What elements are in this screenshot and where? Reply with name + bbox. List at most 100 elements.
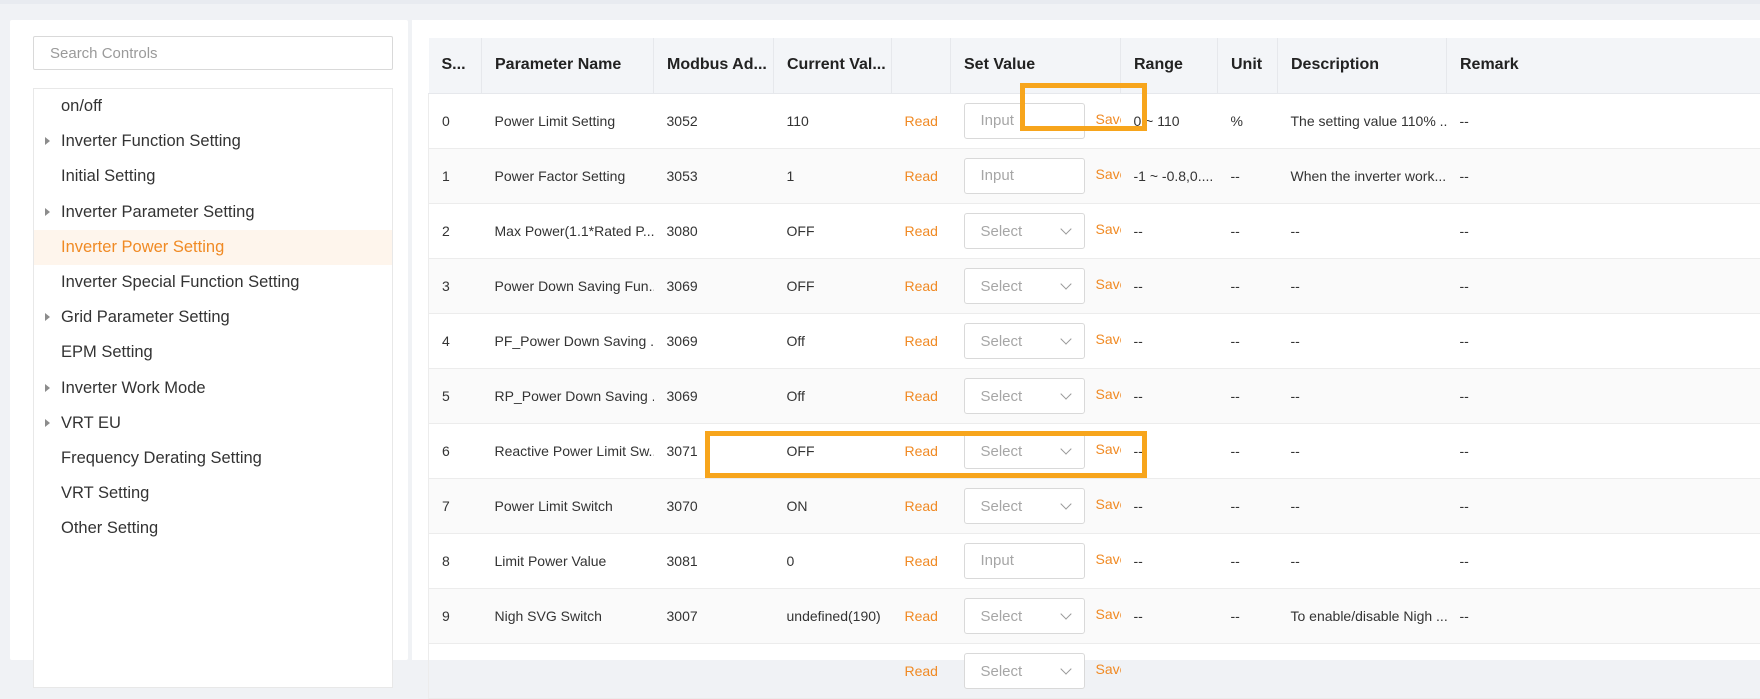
col-header-range[interactable]: Range [1121,38,1218,93]
tree-item[interactable]: VRT Setting [34,476,392,511]
tree-item[interactable]: Other Setting [34,511,392,546]
cell-read: Read [892,478,951,533]
cell-set-value: Select Save [951,368,1121,423]
expand-arrow-icon[interactable] [45,208,50,216]
read-button[interactable]: Read [905,168,938,184]
read-button[interactable]: Read [905,498,938,514]
cell-set-value: Save [951,93,1121,148]
set-value-input[interactable] [964,103,1085,139]
cell-set-value: Select Save [951,258,1121,313]
read-button[interactable]: Read [905,553,938,569]
cell-read: Read [892,93,951,148]
tree-item[interactable]: Frequency Derating Setting [34,441,392,476]
cell-unit: -- [1218,588,1278,643]
cell-range [1121,643,1218,698]
expand-arrow-icon[interactable] [45,137,50,145]
cell-parameter-name: Power Limit Setting [482,93,654,148]
set-value-select[interactable]: Select [964,433,1085,469]
tree-item[interactable]: Inverter Special Function Setting [34,265,392,300]
table-row: 2Max Power(1.1*Rated P...3080OFFReadSele… [429,203,1760,258]
cell-modbus-address: 3007 [654,588,774,643]
cell-description: -- [1278,368,1447,423]
save-button[interactable]: Save [1096,551,1121,567]
save-button[interactable]: Save [1096,496,1121,512]
cell-unit: -- [1218,423,1278,478]
cell-range: -- [1121,478,1218,533]
read-button[interactable]: Read [905,608,938,624]
col-header-current-value[interactable]: Current Val... [774,38,892,93]
read-button[interactable]: Read [905,388,938,404]
set-value-select[interactable]: Select [964,323,1085,359]
cell-description: -- [1278,313,1447,368]
expand-arrow-icon[interactable] [45,313,50,321]
cell-set-value: Select Save [951,423,1121,478]
tree-item[interactable]: on/off [34,89,392,124]
tree-item[interactable]: Grid Parameter Setting [34,300,392,335]
cell-sn: 5 [429,368,482,423]
set-value-select[interactable]: Select [964,268,1085,304]
col-header-parameter-name[interactable]: Parameter Name [482,38,654,93]
save-button[interactable]: Save [1096,221,1121,237]
table-row: 5RP_Power Down Saving ...3069OffReadSele… [429,368,1760,423]
save-button[interactable]: Save [1096,661,1121,677]
tree-item[interactable]: VRT EU [34,406,392,441]
set-value-input[interactable] [964,543,1085,579]
cell-remark [1447,643,1760,698]
cell-unit: -- [1218,258,1278,313]
cell-sn: 4 [429,313,482,368]
cell-range: -- [1121,423,1218,478]
table-header-row: S... Parameter Name Modbus Ad... Current… [429,38,1760,93]
tree-item[interactable]: Inverter Function Setting [34,124,392,159]
read-button[interactable]: Read [905,113,938,129]
cell-sn: 2 [429,203,482,258]
tree-item[interactable]: Initial Setting [34,159,392,194]
col-header-read [892,38,951,93]
save-button[interactable]: Save [1096,166,1121,182]
tree-item[interactable]: Inverter Work Mode [34,371,392,406]
save-button[interactable]: Save [1096,331,1121,347]
set-value-select[interactable]: Select [964,598,1085,634]
chevron-down-icon [1060,333,1071,344]
col-header-set-value[interactable]: Set Value [951,38,1121,93]
cell-parameter-name: PF_Power Down Saving ... [482,313,654,368]
set-value-select[interactable]: Select [964,378,1085,414]
save-button[interactable]: Save [1096,111,1121,127]
set-value-select[interactable]: Select [964,653,1085,689]
set-value-select[interactable]: Select [964,488,1085,524]
cell-current-value: Off [774,368,892,423]
set-value-input[interactable] [964,158,1085,194]
col-header-sn[interactable]: S... [429,38,482,93]
cell-sn [429,643,482,698]
col-header-description[interactable]: Description [1278,38,1447,93]
expand-arrow-icon[interactable] [45,384,50,392]
read-button[interactable]: Read [905,333,938,349]
tree-item[interactable]: EPM Setting [34,335,392,370]
save-button[interactable]: Save [1096,606,1121,622]
save-button[interactable]: Save [1096,276,1121,292]
select-placeholder: Select [981,388,1023,405]
tree-item[interactable]: Inverter Power Setting [34,230,392,265]
expand-arrow-icon[interactable] [45,419,50,427]
cell-current-value: 0 [774,533,892,588]
cell-read: Read [892,313,951,368]
cell-description: -- [1278,478,1447,533]
col-header-modbus-address[interactable]: Modbus Ad... [654,38,774,93]
read-button[interactable]: Read [905,443,938,459]
search-input[interactable] [33,36,393,70]
tree-item-label: Inverter Function Setting [61,132,241,151]
cell-unit: % [1218,93,1278,148]
save-button[interactable]: Save [1096,386,1121,402]
cell-parameter-name: Nigh SVG Switch [482,588,654,643]
cell-unit: -- [1218,203,1278,258]
read-button[interactable]: Read [905,663,938,679]
save-button[interactable]: Save [1096,441,1121,457]
set-value-select[interactable]: Select [964,213,1085,249]
read-button[interactable]: Read [905,278,938,294]
table-row: 4PF_Power Down Saving ...3069OffReadSele… [429,313,1760,368]
cell-read: Read [892,643,951,698]
read-button[interactable]: Read [905,223,938,239]
cell-set-value: Save [951,533,1121,588]
col-header-unit[interactable]: Unit [1218,38,1278,93]
tree-item[interactable]: Inverter Parameter Setting [34,195,392,230]
col-header-remark[interactable]: Remark [1447,38,1760,93]
